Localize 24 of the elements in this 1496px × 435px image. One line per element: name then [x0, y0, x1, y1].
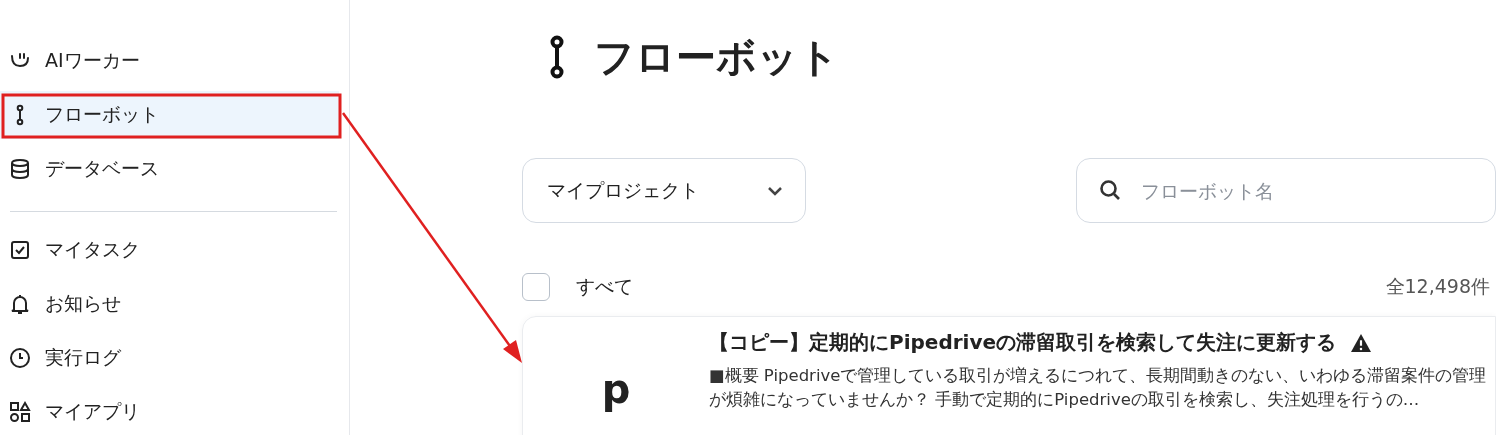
apps-icon [9, 401, 31, 423]
flowbot-description: ■概要 Pipedriveで管理している取引が増えるにつれて、長期間動きのない、いわゆる滞留案件の管理が煩雑になっていませんか？ 手動で定期的にPipedriveの取引を検索し、失注処理を行うの… [709, 365, 1488, 411]
app-logo: p [601, 369, 631, 414]
bell-icon [9, 293, 31, 315]
sidebar-item[interactable]: 実行ログ [0, 334, 339, 382]
search-icon [1098, 178, 1122, 202]
sidebar-item[interactable]: お知らせ [0, 280, 339, 328]
project-dropdown[interactable]: マイプロジェクト [522, 158, 806, 223]
search-field[interactable]: フローボット名 [1076, 158, 1496, 223]
sidebar-item[interactable]: マイアプリ [0, 388, 339, 435]
sidebar-item[interactable]: フローボット [0, 91, 339, 139]
select-all-checkbox[interactable] [522, 273, 550, 301]
result-count: 全12,498件 [1385, 274, 1490, 299]
flowbot-card[interactable]: p 【コピー】定期的にPipedriveの滞留取引を検索して失注に更新する ■概要 Pipedriveで管理している取引が増えるにつれて、長期間動きのない、いわゆる滞留案件の管理が煩雑になっていませんか？ 手動で定期的にPipedriveの取引を検索し、失注処理を行うの… [522, 316, 1496, 435]
database-icon [9, 158, 31, 180]
chevron-down-icon [767, 185, 783, 196]
select-all-label: すべて [576, 274, 633, 299]
sidebar-item[interactable]: データベース [0, 145, 339, 193]
clock-icon [9, 347, 31, 369]
flowbot-title: 【コピー】定期的にPipedriveの滞留取引を検索して失注に更新する [709, 329, 1337, 356]
sidebar-item[interactable]: マイタスク [0, 226, 339, 274]
checkbox-icon [9, 239, 31, 261]
sidebar-item[interactable]: AIワーカー [0, 37, 339, 85]
page-title: フローボット [594, 32, 839, 82]
